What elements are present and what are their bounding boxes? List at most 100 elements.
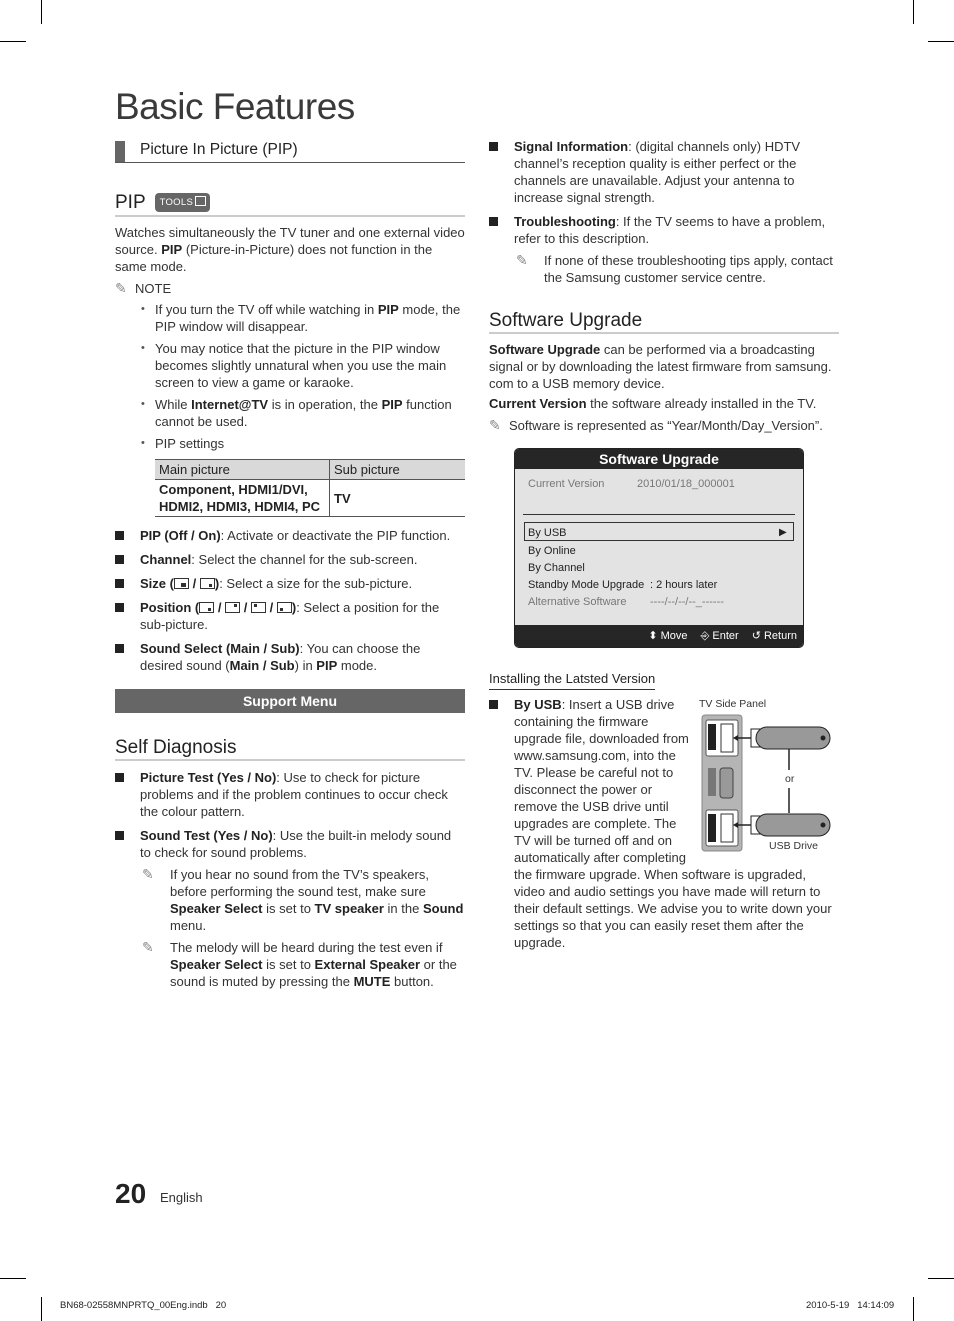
note-header: ✎ NOTE — [115, 280, 465, 297]
item-text: : Select a size for the sub-picture. — [219, 576, 413, 591]
sub-note: ✎ If none of these troubleshooting tips a… — [514, 252, 839, 286]
menu-divider — [523, 514, 795, 515]
pencil-note-icon: ✎ — [142, 939, 154, 955]
tools-icon — [195, 196, 207, 206]
bold-text: PIP — [316, 658, 338, 673]
crop-mark — [928, 1278, 954, 1279]
item-label: Sound Test (Yes / No) — [140, 828, 273, 843]
crop-mark — [913, 1297, 914, 1321]
item-label: Position ( — [140, 600, 200, 615]
pip-heading-text: PIP — [115, 192, 146, 213]
text: button. — [390, 974, 434, 989]
bullet-square — [489, 700, 498, 709]
move-label: Move — [660, 630, 688, 642]
note-item: While Internet@TV is in operation, the P… — [141, 396, 465, 430]
self-diagnosis-heading: Self Diagnosis — [115, 738, 465, 761]
text: menu. — [170, 918, 207, 933]
pip-settings-table: Main picture Sub picture Component, HDMI… — [155, 459, 465, 517]
crop-mark — [0, 41, 26, 42]
note-item: You may notice that the picture in the P… — [141, 340, 465, 391]
enter-label: Enter — [712, 630, 739, 642]
item-text: : Insert a USB drive containing the firm… — [514, 697, 832, 950]
note-item: PIP settings — [141, 435, 465, 452]
list-item: Troubleshooting: If the TV seems to have… — [489, 213, 839, 286]
note-item: If you turn the TV off while watching in… — [141, 301, 465, 335]
print-date-info: 2010-5-19 14:14:09 — [806, 1300, 895, 1311]
text: The melody will be heard during the test… — [170, 940, 443, 955]
bold-text: Speaker Select — [170, 901, 263, 916]
list-item: Signal Information: (digital channels on… — [489, 138, 839, 206]
current-version-value: 2010/01/18_000001 — [637, 478, 735, 490]
list-item: PIP (Off / On): Activate or deactivate t… — [115, 527, 465, 544]
item-text: : Select the channel for the sub-screen. — [191, 552, 418, 567]
position-top-right-icon — [225, 602, 241, 613]
size-small-icon — [199, 578, 215, 589]
list-item: Picture Test (Yes / No): Use to check fo… — [115, 769, 465, 820]
print-file-info: BN68-02558MNPRTQ_00Eng.indb 20 — [60, 1300, 227, 1311]
item-text: mode. — [337, 658, 378, 673]
tv-menu-footer: ⬍ Move ⎆ Enter ↺ Return — [515, 625, 803, 647]
text: is set to — [262, 901, 315, 916]
menu-option-by-usb[interactable]: By USB — [528, 525, 567, 542]
slash: / — [217, 600, 222, 615]
table-row: Component, HDMI1/DVI, HDMI2, HDMI3, HDMI… — [155, 479, 465, 517]
version-format-note: ✎ Software is represented as “Year/Month/… — [489, 417, 839, 434]
menu-option-by-channel[interactable]: By Channel — [528, 560, 585, 577]
list-item: Sound Select (Main / Sub): You can choos… — [115, 640, 465, 674]
bold-text: External Speaker — [314, 957, 421, 972]
left-column: Picture In Picture (PIP) PIP TOOLS Watch… — [115, 138, 465, 997]
table-cell: TV — [329, 479, 465, 517]
slash: / — [269, 600, 274, 615]
text: PIP settings — [155, 436, 225, 451]
bold-text: PIP — [381, 397, 403, 412]
software-upgrade-heading: Software Upgrade — [489, 311, 839, 334]
bold-text: TV speaker — [314, 901, 384, 916]
menu-option-standby-upgrade[interactable]: Standby Mode Upgrade — [528, 577, 644, 594]
submenu-arrow-icon: ▶ — [779, 527, 787, 538]
current-version-label: Current Version — [528, 478, 605, 490]
tv-menu-title: Software Upgrade — [515, 449, 803, 469]
list-item: Channel: Select the channel for the sub-… — [115, 551, 465, 568]
list-item: By USB: Insert a USB drive containing th… — [489, 696, 839, 951]
page-title: Basic Features — [115, 86, 355, 127]
pencil-note-icon: ✎ — [142, 866, 154, 882]
alternative-software-value: ----/--/--/--_------ — [650, 596, 724, 608]
pencil-note-icon: ✎ — [489, 417, 501, 433]
crop-mark — [913, 0, 914, 24]
slash: / — [192, 576, 197, 591]
item-label: Picture Test (Yes / No) — [140, 770, 277, 785]
return-icon: ↺ — [751, 630, 761, 642]
size-large-icon — [173, 578, 189, 589]
pip-options-list: PIP (Off / On): Activate or deactivate t… — [115, 527, 465, 674]
tv-software-upgrade-menu: Software Upgrade Current Version 2010/01… — [514, 448, 804, 648]
bold-text: Internet@TV — [191, 397, 269, 412]
support-menu-bar: Support Menu — [115, 689, 465, 713]
menu-option-alternative-software: Alternative Software — [528, 596, 627, 608]
item-text: ) in — [294, 658, 317, 673]
pip-heading: PIP TOOLS — [115, 193, 465, 217]
list-item: Sound Test (Yes / No): Use the built-in … — [115, 827, 465, 990]
menu-option-by-online[interactable]: By Online — [528, 543, 576, 560]
text: If you turn the TV off while watching in — [155, 302, 378, 317]
text: While — [155, 397, 192, 412]
bold-text: Current Version — [489, 396, 587, 411]
pip-intro: Watches simultaneously the TV tuner and … — [115, 224, 465, 275]
table-header-row: Main picture Sub picture — [155, 459, 465, 480]
text: in the — [383, 901, 423, 916]
crop-mark — [928, 41, 954, 42]
position-bottom-left-icon — [276, 602, 292, 613]
section-header-pip: Picture In Picture (PIP) — [115, 138, 465, 163]
self-diagnosis-list: Picture Test (Yes / No): Use to check fo… — [115, 769, 465, 990]
table-header: Main picture — [155, 459, 330, 480]
return-label: Return — [763, 630, 797, 642]
position-top-left-icon — [250, 602, 266, 613]
standby-upgrade-value: : 2 hours later — [650, 579, 718, 591]
bold-text: Speaker Select — [170, 957, 263, 972]
item-label: PIP (Off / On) — [140, 528, 221, 543]
current-version-desc: Current Version the software already ins… — [489, 395, 839, 412]
tools-badge-text: TOOLS — [159, 197, 194, 208]
enter-icon: ⎆ — [700, 630, 710, 642]
text: is set to — [262, 957, 315, 972]
table-cell: Component, HDMI1/DVI, HDMI2, HDMI3, HDMI… — [155, 479, 330, 517]
text: is in operation, the — [268, 397, 382, 412]
